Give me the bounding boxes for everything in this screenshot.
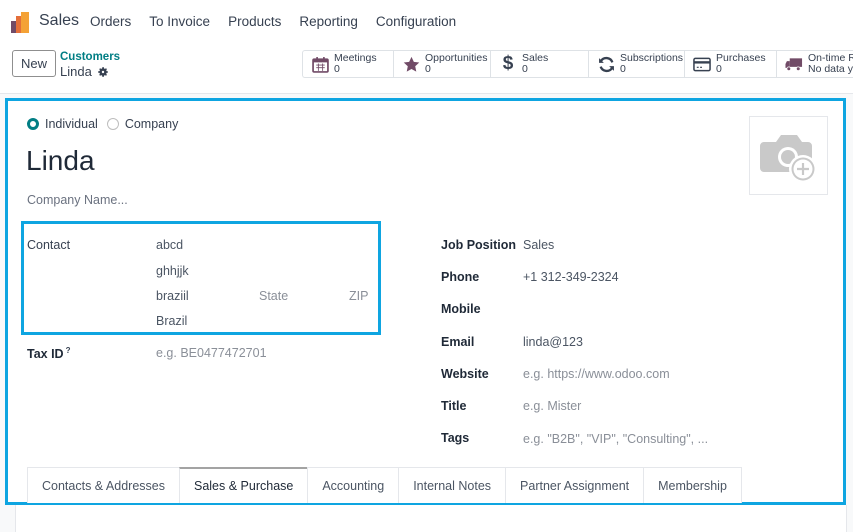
subscriptions-label: Subscriptions bbox=[620, 52, 684, 64]
opportunities-count: 0 bbox=[425, 63, 431, 75]
mobile-input[interactable] bbox=[523, 302, 823, 318]
tab-accounting[interactable]: Accounting bbox=[307, 467, 400, 503]
smart-buttons: Meetings 0 Opportunities 0 $ Sales 0 Subscr… bbox=[302, 50, 853, 78]
job-position-label: Job Position bbox=[441, 238, 516, 252]
country-select[interactable]: Brazil bbox=[156, 314, 187, 328]
notebook-tabs: Contacts & Addresses Sales & Purchase Ac… bbox=[27, 467, 742, 503]
sheet-continuation bbox=[15, 505, 847, 532]
company-name-input[interactable]: Company Name... bbox=[27, 193, 128, 207]
tax-id-label: Tax ID? bbox=[27, 346, 70, 361]
website-input[interactable]: e.g. https://www.odoo.com bbox=[523, 367, 670, 381]
purchases-count: 0 bbox=[716, 63, 722, 75]
smart-button-subscriptions[interactable]: Subscriptions 0 bbox=[589, 51, 685, 77]
title-label: Title bbox=[441, 399, 467, 413]
star-icon bbox=[402, 55, 420, 73]
breadcrumb-customers[interactable]: Customers bbox=[60, 51, 120, 63]
meetings-label: Meetings bbox=[334, 52, 377, 64]
menu-products[interactable]: Products bbox=[228, 14, 281, 29]
subscriptions-count: 0 bbox=[620, 63, 626, 75]
email-input[interactable]: linda@123 bbox=[523, 335, 583, 349]
top-navbar: Sales Orders To Invoice Products Reporti… bbox=[0, 0, 853, 44]
tags-label: Tags bbox=[441, 431, 470, 445]
menu-configuration[interactable]: Configuration bbox=[376, 14, 456, 29]
tax-id-label-text: Tax ID bbox=[27, 347, 64, 362]
on-time-rate-value: No data y bbox=[808, 63, 853, 75]
smart-button-meetings[interactable]: Meetings 0 bbox=[303, 51, 394, 77]
zip-input[interactable]: ZIP bbox=[349, 289, 368, 303]
dollar-icon: $ bbox=[502, 53, 514, 74]
smart-button-purchases[interactable]: Purchases 0 bbox=[685, 51, 777, 77]
new-button[interactable]: New bbox=[12, 50, 56, 77]
radio-company[interactable] bbox=[106, 118, 119, 130]
website-label: Website bbox=[441, 367, 489, 381]
radio-individual-label[interactable]: Individual bbox=[45, 117, 98, 131]
purchases-label: Purchases bbox=[716, 52, 766, 64]
tax-id-input[interactable]: e.g. BE0477472701 bbox=[156, 346, 267, 360]
opportunities-label: Opportunities bbox=[425, 52, 488, 64]
email-label: Email bbox=[441, 335, 475, 349]
contact-label: Contact bbox=[27, 238, 71, 252]
credit-card-icon bbox=[693, 55, 711, 73]
address-highlight-box bbox=[21, 221, 381, 335]
radio-individual[interactable] bbox=[27, 118, 39, 130]
breadcrumb-current: Linda bbox=[60, 64, 109, 79]
form-sheet: Individual Company Linda Company Name...… bbox=[5, 98, 846, 505]
street-input[interactable]: abcd bbox=[156, 238, 183, 252]
phone-input[interactable]: +1 312-349-2324 bbox=[523, 270, 619, 284]
camera-add-icon bbox=[759, 134, 817, 183]
tab-sales-purchase[interactable]: Sales & Purchase bbox=[178, 467, 309, 503]
menu-to-invoice[interactable]: To Invoice bbox=[149, 14, 210, 29]
sales-app-logo-icon[interactable] bbox=[11, 12, 31, 34]
tags-input[interactable]: e.g. "B2B", "VIP", "Consulting", ... bbox=[523, 432, 708, 446]
truck-icon bbox=[785, 55, 803, 73]
main-menu: Orders To Invoice Products Reporting Con… bbox=[90, 14, 474, 29]
radio-company-label[interactable]: Company bbox=[125, 117, 179, 131]
state-select[interactable]: State bbox=[259, 289, 288, 303]
help-tooltip-icon[interactable]: ? bbox=[66, 346, 71, 355]
mobile-label: Mobile bbox=[441, 302, 481, 316]
job-position-input[interactable]: Sales bbox=[523, 238, 554, 252]
tab-membership[interactable]: Membership bbox=[643, 467, 742, 503]
menu-reporting[interactable]: Reporting bbox=[299, 14, 358, 29]
tab-contacts-addresses[interactable]: Contacts & Addresses bbox=[27, 467, 180, 503]
tab-partner-assignment[interactable]: Partner Assignment bbox=[505, 467, 645, 503]
street2-input[interactable]: ghhjjk bbox=[156, 264, 189, 278]
title-select[interactable]: e.g. Mister bbox=[523, 399, 581, 413]
phone-label: Phone bbox=[441, 270, 480, 284]
app-name[interactable]: Sales bbox=[39, 12, 79, 30]
partner-name-field[interactable]: Linda bbox=[26, 145, 95, 177]
menu-orders[interactable]: Orders bbox=[90, 14, 131, 29]
company-type-radio: Individual Company bbox=[27, 117, 178, 131]
avatar-upload[interactable] bbox=[749, 116, 828, 195]
sales-count: 0 bbox=[522, 63, 528, 75]
smart-button-on-time-rate[interactable]: On-time R No data y bbox=[777, 51, 853, 77]
control-panel: New Customers Linda Meetings 0 Opportunit… bbox=[0, 44, 853, 94]
city-input[interactable]: braziil bbox=[156, 289, 189, 303]
gear-icon[interactable] bbox=[97, 66, 109, 78]
smart-button-sales[interactable]: $ Sales 0 bbox=[491, 51, 589, 77]
record-name: Linda bbox=[60, 64, 92, 79]
calendar-icon bbox=[311, 55, 329, 73]
smart-button-opportunities[interactable]: Opportunities 0 bbox=[394, 51, 491, 77]
tab-internal-notes[interactable]: Internal Notes bbox=[398, 467, 507, 503]
meetings-count: 0 bbox=[334, 63, 340, 75]
refresh-icon bbox=[597, 55, 615, 73]
